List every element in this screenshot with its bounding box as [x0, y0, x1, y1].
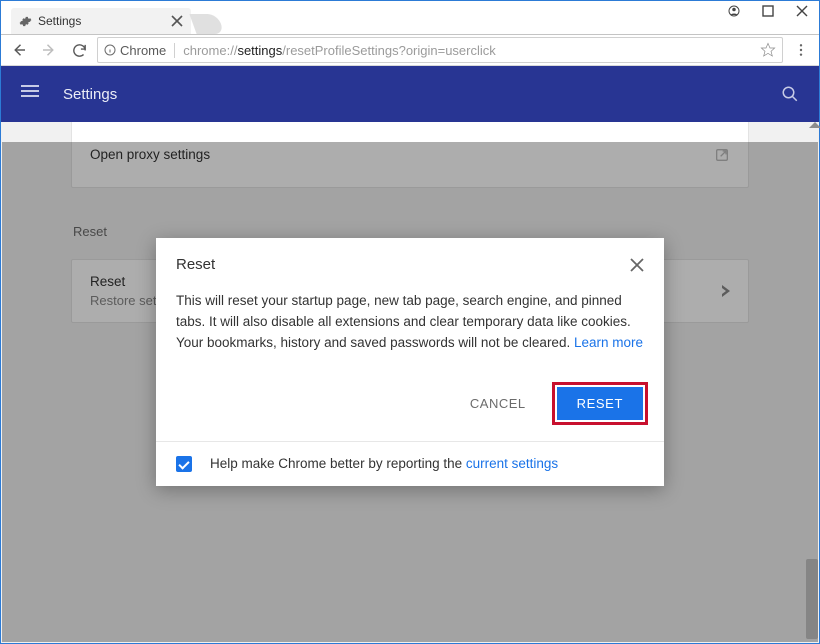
new-tab-button[interactable] [189, 14, 224, 34]
reset-button[interactable]: RESET [557, 387, 643, 420]
site-label-text: Chrome [120, 43, 166, 58]
dialog-title: Reset [176, 256, 215, 273]
window-controls [717, 1, 819, 21]
close-dialog-button[interactable] [630, 258, 644, 272]
back-button[interactable] [7, 38, 31, 62]
search-icon[interactable] [781, 85, 799, 103]
reset-dialog: Reset This will reset your startup page,… [156, 238, 664, 486]
tab-settings[interactable]: Settings [11, 8, 191, 34]
help-text: Help make Chrome better by reporting the… [210, 456, 558, 471]
close-window-button[interactable] [785, 1, 819, 21]
scroll-up-icon[interactable] [809, 122, 820, 128]
gear-icon [19, 15, 32, 28]
bookmark-star-icon[interactable] [760, 42, 776, 58]
address-bar[interactable]: Chrome chrome://settings/resetProfileSet… [97, 37, 783, 63]
tab-title: Settings [38, 14, 81, 28]
dialog-body: This will reset your startup page, new t… [156, 285, 664, 372]
menu-icon[interactable] [21, 82, 45, 106]
browser-menu-button[interactable] [789, 38, 813, 62]
info-icon [104, 44, 116, 56]
close-tab-icon[interactable] [171, 15, 183, 27]
current-settings-link[interactable]: current settings [466, 456, 558, 471]
settings-title: Settings [63, 86, 117, 103]
profile-icon[interactable] [717, 1, 751, 21]
maximize-button[interactable] [751, 1, 785, 21]
help-checkbox[interactable] [176, 456, 192, 472]
forward-button[interactable] [37, 38, 61, 62]
cancel-button[interactable]: CANCEL [460, 388, 536, 419]
dialog-body-text: This will reset your startup page, new t… [176, 293, 631, 350]
reload-button[interactable] [67, 38, 91, 62]
url-text: chrome://settings/resetProfileSettings?o… [183, 43, 746, 58]
browser-toolbar: Chrome chrome://settings/resetProfileSet… [1, 34, 819, 66]
tab-strip: Settings [1, 1, 819, 34]
settings-top-bar: Settings [1, 66, 819, 122]
learn-more-link[interactable]: Learn more [574, 335, 643, 350]
reset-button-highlight: RESET [552, 382, 648, 425]
site-info[interactable]: Chrome [104, 43, 175, 58]
